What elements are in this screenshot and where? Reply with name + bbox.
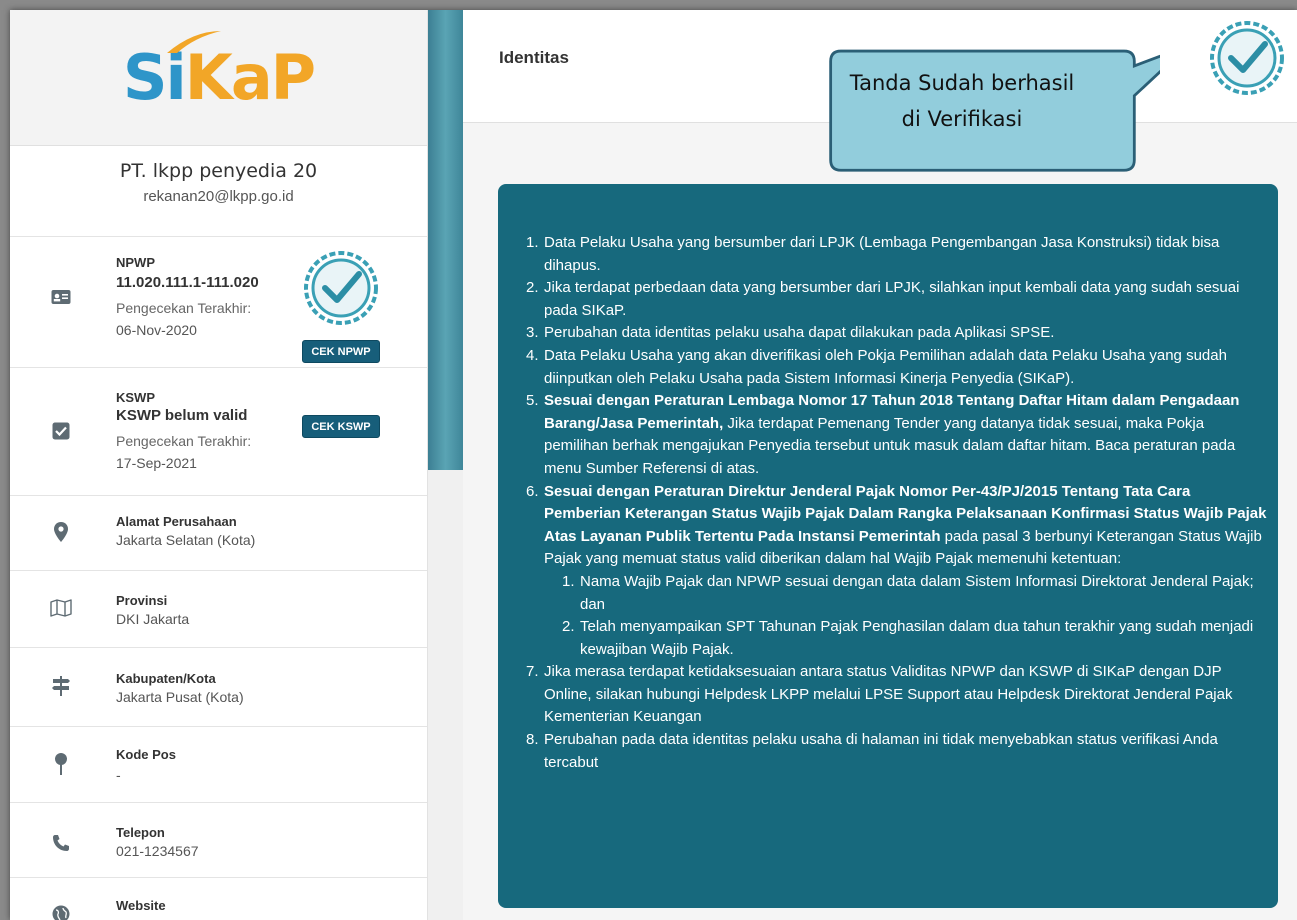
kswp-check-label: Pengecekan Terakhir: — [116, 433, 252, 449]
list-item: 2. Jika terdapat perbedaan data yang bers… — [526, 279, 1240, 319]
verified-badge-icon — [304, 251, 378, 325]
profile-sidebar: SiKaP PT. lkpp penyedia 20 rekanan20@lkp… — [10, 10, 428, 920]
pin-icon — [50, 753, 72, 775]
logo-area: SiKaP — [10, 10, 427, 146]
npwp-check-label: Pengecekan Terakhir: — [116, 300, 252, 316]
page-title: Identitas — [499, 48, 569, 67]
company-email: rekanan20@lkpp.go.id — [143, 188, 294, 205]
company-card: PT. lkpp penyedia 20 rekanan20@lkpp.go.i… — [10, 146, 427, 237]
npwp-row: NPWP 11.020.111.1-111.020 Pengecekan Ter… — [10, 237, 427, 368]
kabupaten-value: Jakarta Pusat (Kota) — [116, 689, 244, 705]
list-item: 1. Nama Wajib Pajak dan NPWP sesuai denga… — [562, 572, 1254, 613]
npwp-value: 11.020.111.1-111.020 — [116, 274, 259, 291]
list-item: 4. Data Pelaku Usaha yang akan diverifika… — [526, 346, 1227, 387]
kabupaten-row: Kabupaten/Kota Jakarta Pusat (Kota) — [10, 648, 427, 727]
kodepos-info: Kode Pos - — [116, 747, 176, 785]
npwp-info: NPWP 11.020.111.1-111.020 Pengecekan Ter… — [116, 255, 259, 340]
list-item: 3. Perubahan data identitas pelaku usaha … — [526, 324, 1055, 342]
website-label: Website — [116, 898, 166, 913]
cek-kswp-button[interactable]: CEK KSWP — [302, 415, 380, 438]
telepon-info: Telepon 021-1234567 — [116, 825, 199, 861]
kswp-info: KSWP KSWP belum valid Pengecekan Terakhi… — [116, 390, 251, 473]
kswp-value: KSWP belum valid — [116, 407, 248, 424]
list-item: 7. Jika merasa terdapat ketidaksesuaian a… — [526, 663, 1233, 726]
kodepos-label: Kode Pos — [116, 747, 176, 762]
sub-list: 1. Nama Wajib Pajak dan NPWP sesuai denga… — [544, 571, 1268, 661]
telepon-label: Telepon — [116, 825, 165, 840]
list-item: 6. Sesuai dengan Peraturan Direktur Jende… — [526, 481, 1268, 662]
app-frame: SiKaP PT. lkpp penyedia 20 rekanan20@lkp… — [10, 10, 1297, 920]
npwp-check-date: 06-Nov-2020 — [116, 322, 197, 338]
callout-line2: di Verifikasi — [901, 107, 1023, 131]
map-icon — [50, 597, 72, 619]
provinsi-value: DKI Jakarta — [116, 611, 190, 627]
checkbox-icon — [50, 420, 72, 442]
globe-icon — [50, 903, 72, 920]
main-content: Identitas 1. Data Pelaku Usaha yang bersu… — [463, 10, 1297, 920]
verified-badge-icon — [1210, 21, 1284, 95]
info-notice-box: 1. Data Pelaku Usaha yang bersumber dari … — [498, 184, 1278, 908]
decorative-stripe — [428, 10, 463, 470]
sikap-logo: SiKaP — [123, 31, 316, 114]
id-card-icon — [50, 286, 72, 308]
kabupaten-label: Kabupaten/Kota — [116, 671, 216, 686]
list-item: 8. Perubahan pada data identitas pelaku u… — [526, 731, 1218, 771]
kswp-label: KSWP — [116, 390, 155, 405]
map-pin-icon — [50, 521, 72, 543]
cek-npwp-button[interactable]: CEK NPWP — [302, 340, 380, 363]
alamat-label: Alamat Perusahaan — [116, 514, 237, 529]
list-item: 2. Telah menyampaikan SPT Tahunan Pajak P… — [562, 618, 1254, 658]
logo-swoosh-icon — [166, 31, 221, 53]
telepon-value: 021-1234567 — [116, 843, 199, 859]
provinsi-info: Provinsi DKI Jakarta — [116, 593, 189, 629]
callout-text: Tanda Sudah berhasil di Verifikasi — [825, 65, 1099, 137]
signpost-icon — [50, 675, 72, 697]
provinsi-label: Provinsi — [116, 593, 168, 608]
website-row: Website — [10, 878, 427, 920]
alamat-row: Alamat Perusahaan Jakarta Selatan (Kota) — [10, 496, 427, 571]
phone-icon — [50, 832, 72, 854]
website-info: Website — [116, 898, 166, 913]
list-item: 5. Sesuai dengan Peraturan Lembaga Nomor … — [526, 392, 1240, 477]
callout-line1: Tanda Sudah berhasil — [849, 71, 1075, 95]
kswp-check-date: 17-Sep-2021 — [116, 455, 197, 471]
kodepos-value: - — [116, 767, 121, 783]
company-name: PT. lkpp penyedia 20 — [119, 160, 318, 182]
provinsi-row: Provinsi DKI Jakarta — [10, 571, 427, 648]
alamat-value: Jakarta Selatan (Kota) — [116, 532, 256, 548]
stripe-background — [428, 470, 463, 920]
kabupaten-info: Kabupaten/Kota Jakarta Pusat (Kota) — [116, 671, 244, 707]
npwp-label: NPWP — [116, 255, 155, 270]
kodepos-row: Kode Pos - — [10, 727, 427, 803]
telepon-row: Telepon 021-1234567 — [10, 803, 427, 878]
kswp-row: KSWP KSWP belum valid Pengecekan Terakhi… — [10, 368, 427, 496]
alamat-info: Alamat Perusahaan Jakarta Selatan (Kota) — [116, 514, 255, 550]
list-item: 1. Data Pelaku Usaha yang bersumber dari … — [526, 234, 1220, 274]
notice-list: 1. Data Pelaku Usaha yang bersumber dari … — [526, 232, 1268, 774]
